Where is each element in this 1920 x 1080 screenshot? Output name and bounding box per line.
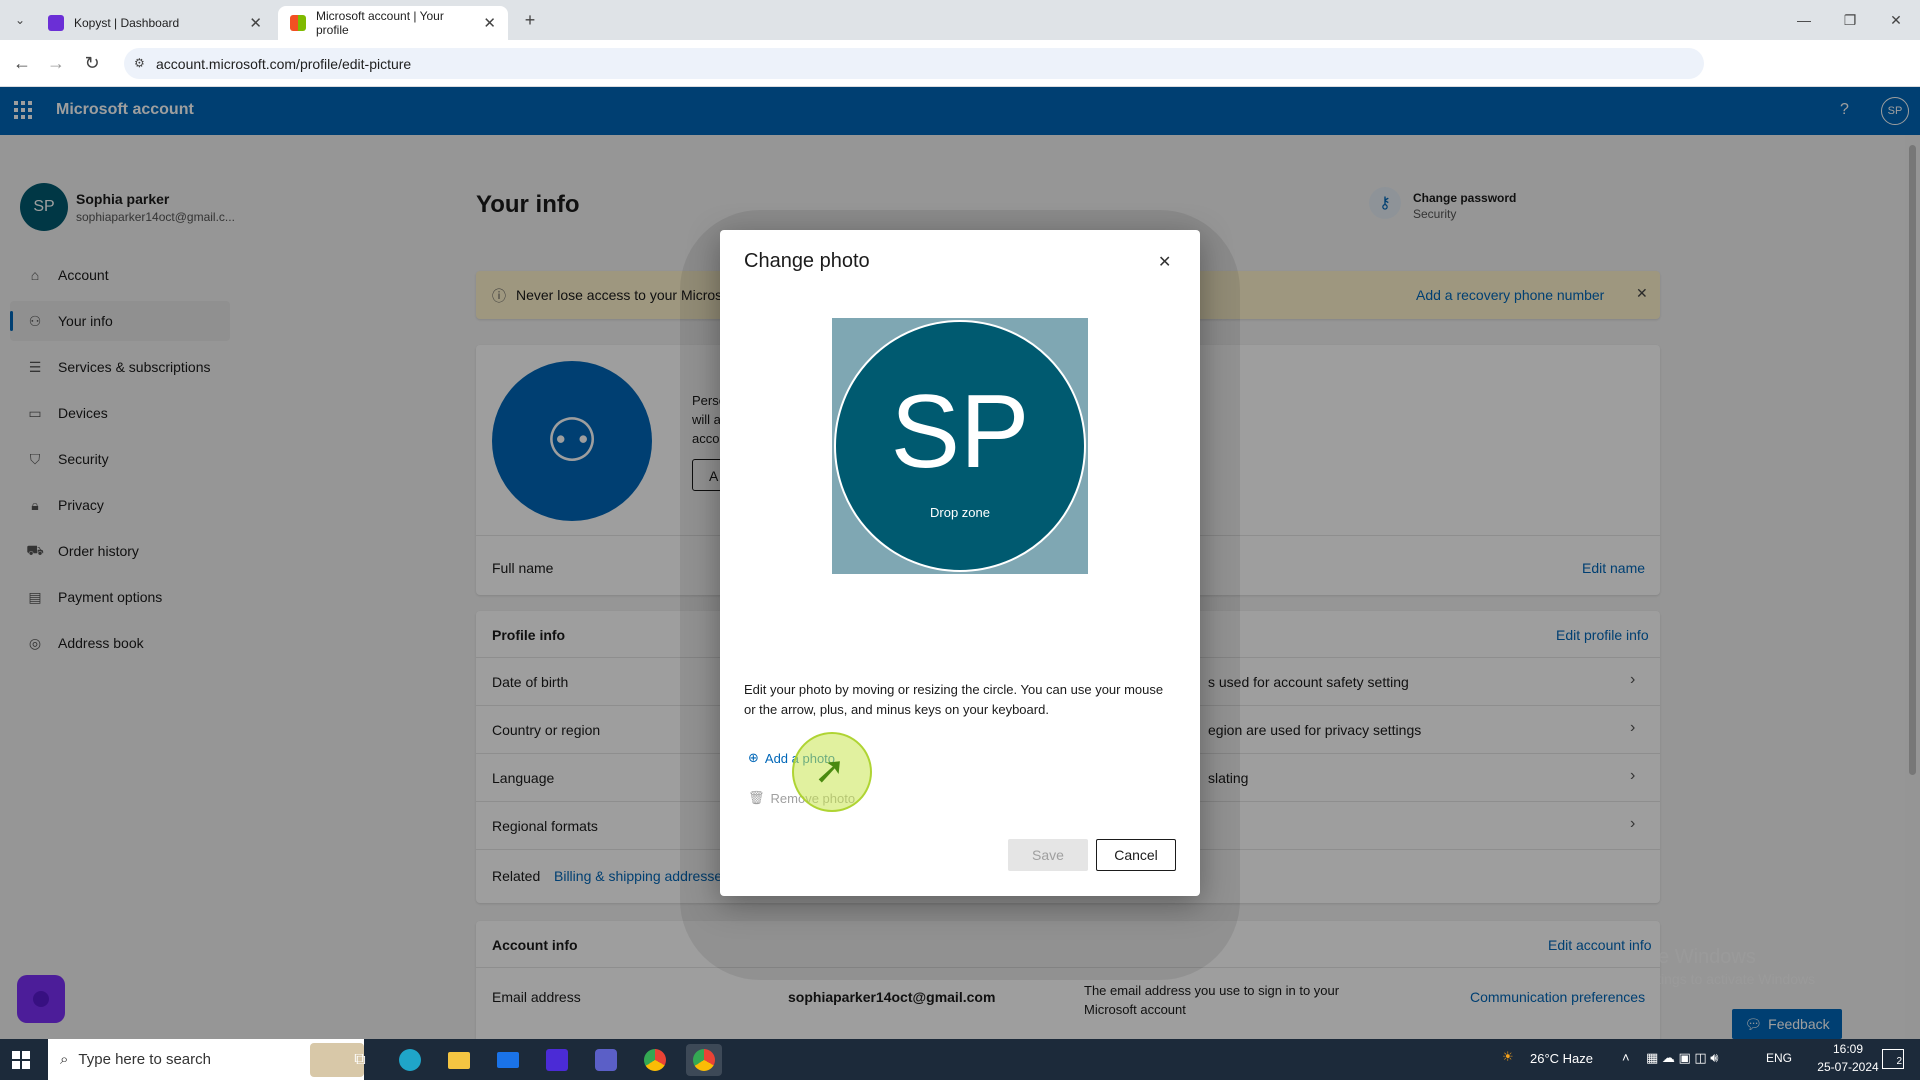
tab-microsoft-account[interactable]: Microsoft account | Your profile ✕ bbox=[278, 6, 508, 40]
kopyst-favicon-icon bbox=[48, 15, 64, 31]
save-button[interactable]: Save bbox=[1008, 839, 1088, 871]
task-view-icon[interactable]: ⧉ bbox=[342, 1044, 378, 1076]
reload-icon[interactable]: ↻ bbox=[78, 49, 106, 77]
cursor-arrow-icon: ➚ bbox=[814, 750, 846, 792]
close-tab-icon[interactable]: ✕ bbox=[249, 14, 262, 32]
click-highlight: ➚ bbox=[792, 732, 872, 812]
file-explorer-icon[interactable] bbox=[441, 1044, 477, 1076]
forward-arrow-icon[interactable]: → bbox=[42, 49, 70, 77]
add-photo-icon: ⊕ bbox=[748, 750, 759, 765]
restore-icon[interactable]: ❐ bbox=[1836, 6, 1864, 34]
close-tab-icon[interactable]: ✕ bbox=[483, 14, 496, 32]
window-close-icon[interactable]: ✕ bbox=[1882, 6, 1910, 34]
dialog-title: Change photo bbox=[744, 250, 870, 272]
tray-chevron-up-icon[interactable]: ˄ bbox=[1622, 1050, 1630, 1065]
url-text: account.microsoft.com/profile/edit-pictu… bbox=[156, 55, 412, 72]
drop-zone-label: Drop zone bbox=[930, 505, 990, 520]
weather-icon: ☀ bbox=[1502, 1049, 1514, 1064]
clock-time[interactable]: 16:09 bbox=[1818, 1042, 1878, 1056]
tab-search-chevron-icon[interactable]: ⌄ bbox=[6, 6, 34, 34]
browser-tab-strip: ⌄ Kopyst | Dashboard ✕ Microsoft account… bbox=[0, 0, 1920, 40]
kopyst-taskbar-icon[interactable] bbox=[539, 1044, 575, 1076]
clock-date[interactable]: 25-07-2024 bbox=[1812, 1060, 1884, 1074]
edge-icon[interactable] bbox=[392, 1044, 428, 1076]
weather-text[interactable]: 26°C Haze bbox=[1530, 1051, 1593, 1066]
language-indicator[interactable]: ENG bbox=[1766, 1051, 1792, 1065]
address-bar[interactable]: ⚙ account.microsoft.com/profile/edit-pic… bbox=[124, 48, 1704, 79]
microsoft-favicon-icon bbox=[290, 15, 306, 31]
tab-title: Kopyst | Dashboard bbox=[74, 16, 180, 30]
search-icon: ⌕ bbox=[60, 1051, 69, 1068]
cancel-button[interactable]: Cancel bbox=[1096, 839, 1176, 871]
trash-icon: 🗑︎ bbox=[748, 790, 765, 805]
teams-icon[interactable] bbox=[588, 1044, 624, 1076]
new-tab-plus-icon[interactable]: + bbox=[516, 6, 544, 34]
mail-icon[interactable] bbox=[490, 1044, 526, 1076]
chrome-icon[interactable] bbox=[637, 1044, 673, 1076]
tray-app-icons[interactable]: ▦ ☁ ▣ ◫ 🔊︎ bbox=[1646, 1050, 1719, 1066]
windows-start-icon[interactable] bbox=[12, 1051, 30, 1069]
tab-kopyst[interactable]: Kopyst | Dashboard ✕ bbox=[36, 6, 274, 40]
photo-drop-zone[interactable]: SP Drop zone bbox=[832, 318, 1088, 574]
dialog-avatar-initials: SP bbox=[890, 374, 1030, 490]
back-arrow-icon[interactable]: ← bbox=[8, 49, 36, 77]
site-info-icon[interactable]: ⚙ bbox=[134, 56, 145, 70]
chrome-active-icon[interactable] bbox=[686, 1044, 722, 1076]
windows-taskbar: ⌕ Type here to search ⧉ ☀ 26°C Haze ˄ ▦ … bbox=[0, 1039, 1920, 1080]
crop-circle[interactable]: SP Drop zone bbox=[834, 320, 1086, 572]
tab-title: Microsoft account | Your profile bbox=[316, 9, 444, 37]
minimize-icon[interactable]: — bbox=[1790, 6, 1818, 34]
dialog-close-icon[interactable]: ✕ bbox=[1158, 252, 1171, 272]
notification-center-icon[interactable]: 2 bbox=[1882, 1049, 1904, 1069]
notification-count: 2 bbox=[1896, 1056, 1902, 1067]
change-photo-dialog: Change photo ✕ SP Drop zone Edit your ph… bbox=[720, 230, 1200, 896]
taskbar-search-box[interactable]: ⌕ Type here to search bbox=[48, 1039, 364, 1080]
dialog-instructions: Edit your photo by moving or resizing th… bbox=[744, 682, 1164, 717]
search-placeholder: Type here to search bbox=[78, 1051, 211, 1068]
